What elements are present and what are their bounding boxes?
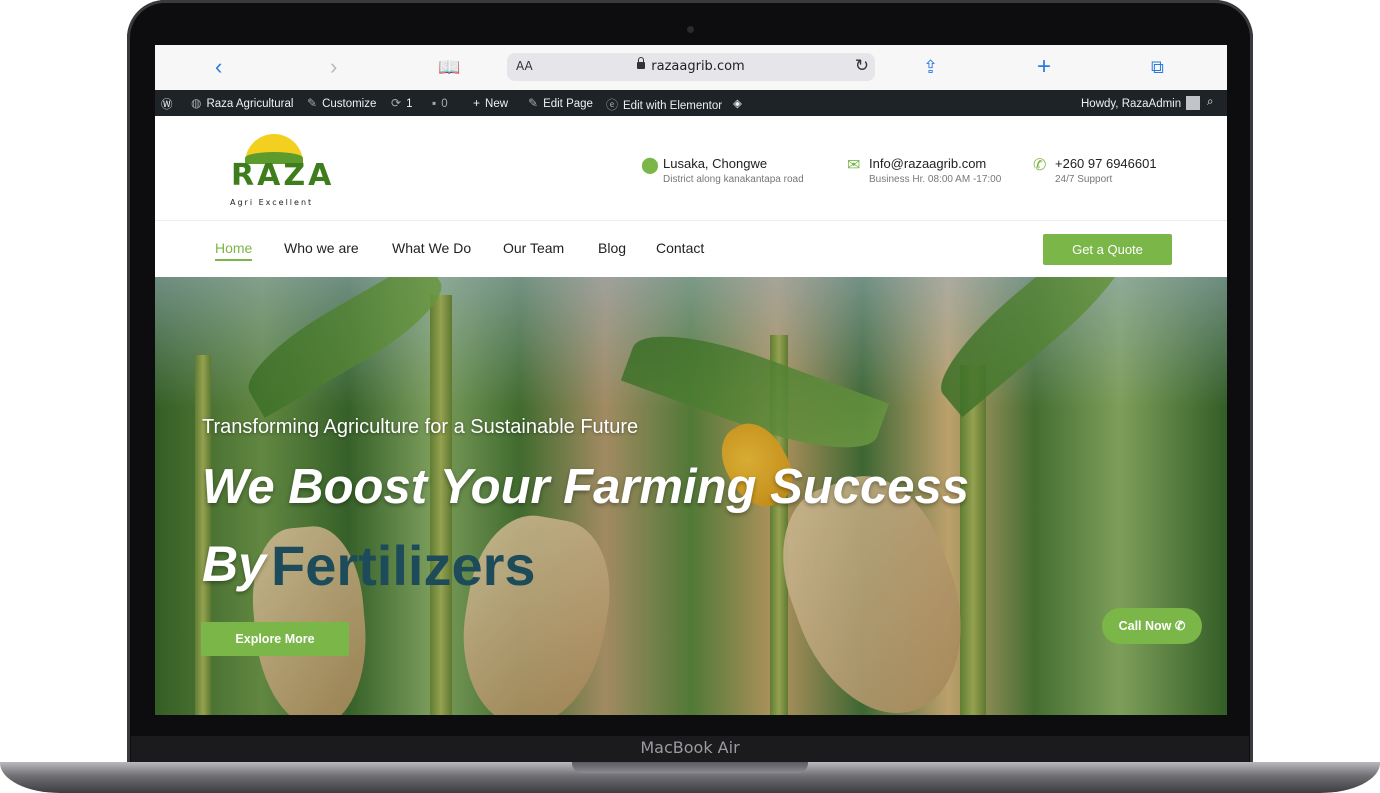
hero-highlight: Fertilizers bbox=[271, 534, 536, 597]
mail-icon: ✉ bbox=[847, 157, 861, 174]
call-now-button[interactable]: Call Now ✆ bbox=[1102, 608, 1202, 644]
updates-link[interactable]: ⟳ 1 bbox=[391, 96, 412, 110]
comments-count: 0 bbox=[441, 98, 448, 110]
hero-subtitle: Transforming Agriculture for a Sustainab… bbox=[202, 416, 639, 438]
email-title[interactable]: Info@razaagrib.com bbox=[869, 156, 986, 171]
nav-item-contact[interactable]: Contact bbox=[656, 240, 704, 256]
site-name-link[interactable]: ◍ Raza Agricultural bbox=[191, 96, 293, 110]
laptop-notch bbox=[572, 762, 808, 773]
site-name-label: Raza Agricultural bbox=[206, 98, 294, 110]
reload-icon[interactable]: ↻ bbox=[855, 56, 869, 76]
search-icon[interactable]: ⌕ bbox=[1207, 96, 1213, 109]
site-header: RAZA Agri Excellent ⬤ Lusaka, Chongwe Di… bbox=[155, 116, 1227, 221]
comment-icon: ▪ bbox=[432, 96, 437, 110]
site-logo[interactable]: RAZA Agri Excellent bbox=[227, 128, 337, 207]
hero-title: We Boost Your Farming Success bbox=[202, 460, 969, 514]
url-text: razaagrib.com bbox=[507, 57, 875, 74]
customize-link[interactable]: ✎ Customize bbox=[307, 96, 376, 110]
comments-link[interactable]: ▪ 0 bbox=[432, 96, 448, 110]
location-sub: District along kanakantapa road bbox=[663, 174, 804, 185]
map-pin-icon: ⬤ bbox=[641, 157, 659, 174]
plus-icon: + bbox=[473, 96, 481, 110]
nav-item-blog[interactable]: Blog bbox=[598, 240, 626, 256]
forward-icon[interactable]: › bbox=[330, 55, 337, 79]
camera bbox=[687, 26, 694, 33]
elementor-icon: ⓔ bbox=[606, 98, 619, 112]
device-label: MacBook Air bbox=[640, 738, 740, 757]
logo-name: RAZA bbox=[231, 158, 335, 193]
edit-page-label: Edit Page bbox=[543, 98, 593, 110]
nav-item-who-we-are[interactable]: Who we are bbox=[284, 240, 359, 256]
phone-sub: 24/7 Support bbox=[1055, 174, 1113, 185]
customize-label: Customize bbox=[322, 98, 377, 110]
address-bar[interactable]: AA razaagrib.com ↻ bbox=[507, 53, 875, 81]
pencil-icon: ✎ bbox=[528, 96, 539, 110]
lock-icon bbox=[637, 57, 646, 69]
new-tab-icon[interactable]: + bbox=[1037, 55, 1051, 79]
phone-title[interactable]: +260 97 6946601 bbox=[1055, 156, 1157, 171]
new-link[interactable]: + New bbox=[473, 96, 508, 110]
bookmarks-icon[interactable]: 📖 bbox=[438, 55, 460, 79]
location-title: Lusaka, Chongwe bbox=[663, 156, 768, 171]
avatar bbox=[1186, 96, 1201, 110]
url-value: razaagrib.com bbox=[651, 59, 745, 74]
screen: ‹ › 📖 AA razaagrib.com ↻ ⇪ + ⧉ Ⓦ ◍ Raza A… bbox=[155, 45, 1227, 715]
account-link[interactable]: Howdy, RazaAdmin bbox=[1081, 96, 1201, 110]
wp-admin-bar: Ⓦ ◍ Raza Agricultural ✎ Customize ⟳ 1 ▪ 0 + N… bbox=[155, 90, 1227, 116]
hero-by: By bbox=[202, 536, 266, 592]
phone-icon: ✆ bbox=[1033, 157, 1047, 174]
hero-section: Transforming Agriculture for a Sustainab… bbox=[155, 277, 1227, 715]
phone-icon: ✆ bbox=[1174, 619, 1186, 633]
logo-tagline: Agri Excellent bbox=[230, 198, 314, 207]
howdy-label: Howdy, RazaAdmin bbox=[1081, 98, 1182, 110]
main-nav: Home Who we are What We Do Our Team Blog… bbox=[155, 221, 1227, 277]
email-sub: Business Hr. 08:00 AM -17:00 bbox=[869, 174, 1002, 185]
tabs-icon[interactable]: ⧉ bbox=[1151, 55, 1164, 79]
browser-toolbar: ‹ › 📖 AA razaagrib.com ↻ ⇪ + ⧉ bbox=[155, 45, 1227, 90]
share-icon[interactable]: ⇪ bbox=[923, 55, 938, 79]
edit-elementor-link[interactable]: ⓔ Edit with Elementor bbox=[606, 96, 722, 113]
dashboard-icon: ◍ bbox=[191, 96, 202, 110]
back-icon[interactable]: ‹ bbox=[215, 55, 222, 79]
get-quote-button[interactable]: Get a Quote bbox=[1043, 234, 1172, 265]
updates-icon: ⟳ bbox=[391, 96, 402, 110]
wordpress-icon[interactable]: Ⓦ bbox=[161, 96, 173, 112]
nav-item-what-we-do[interactable]: What We Do bbox=[392, 240, 471, 256]
edit-page-link[interactable]: ✎ Edit Page bbox=[528, 96, 593, 110]
explore-more-button[interactable]: Explore More bbox=[201, 622, 349, 656]
nav-item-home[interactable]: Home bbox=[215, 240, 253, 261]
brush-icon: ✎ bbox=[307, 96, 318, 110]
edit-elementor-label: Edit with Elementor bbox=[623, 100, 723, 112]
updates-count: 1 bbox=[406, 98, 413, 110]
nav-item-our-team[interactable]: Our Team bbox=[503, 240, 564, 256]
new-label: New bbox=[485, 98, 509, 110]
call-now-label: Call Now bbox=[1118, 619, 1172, 633]
diamond-icon[interactable]: ◈ bbox=[733, 96, 742, 110]
